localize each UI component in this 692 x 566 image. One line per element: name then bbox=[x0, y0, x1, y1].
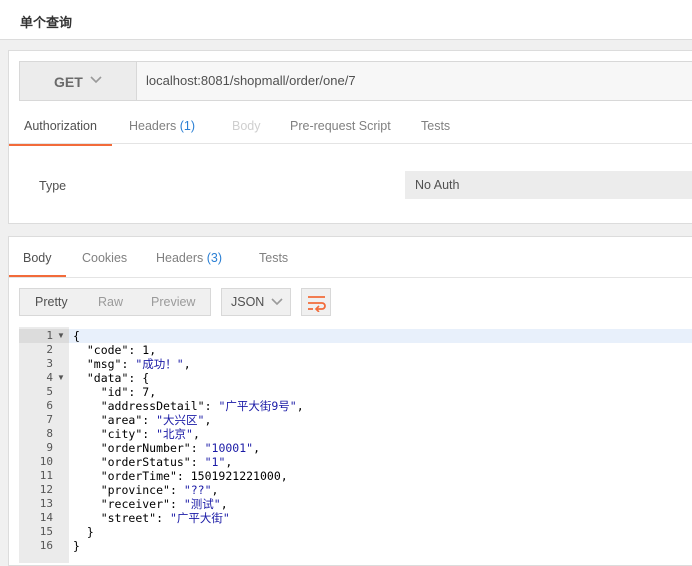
request-panel: GET localhost:8081/shopmall/order/one/7 … bbox=[8, 50, 692, 224]
tab-count: (1) bbox=[179, 119, 196, 133]
line-number: 14 bbox=[39, 511, 53, 524]
code-line: "province": "??", bbox=[100, 483, 219, 497]
active-line-highlight bbox=[19, 329, 692, 343]
tab-label: Headers bbox=[156, 251, 204, 265]
raw-button[interactable]: Raw bbox=[98, 295, 123, 309]
tab-label: Cookies bbox=[82, 251, 128, 265]
request-tabs: Authorization Headers (1) Body Pre-reque… bbox=[9, 109, 692, 146]
response-tabs: Body Cookies Headers (3) Tests bbox=[9, 241, 692, 278]
line-number: 6 bbox=[46, 399, 53, 412]
preview-button[interactable]: Preview bbox=[151, 295, 195, 309]
tab-label: Pre-request Script bbox=[290, 119, 391, 133]
line-number: 9 bbox=[46, 441, 53, 454]
divider bbox=[9, 143, 692, 144]
line-number: 1 bbox=[46, 329, 53, 342]
format-label: JSON bbox=[231, 295, 265, 309]
code-line: "msg": "成功！", bbox=[86, 357, 191, 371]
line-number: 3 bbox=[46, 357, 53, 370]
line-number: 12 bbox=[39, 483, 53, 496]
format-select[interactable]: JSON bbox=[221, 288, 291, 316]
tab-label: Body bbox=[232, 119, 261, 133]
tab-label: Tests bbox=[259, 251, 289, 265]
divider bbox=[9, 277, 692, 278]
line-number: 8 bbox=[46, 427, 53, 440]
fold-toggle-icon[interactable]: ▼ bbox=[57, 371, 65, 385]
code-line: "code": 1, bbox=[86, 343, 157, 357]
response-body-editor[interactable]: 1 ▼ {2 "code": 1, 3 "msg": "成功！", 4 ▼ "data":… bbox=[19, 327, 692, 563]
tab-label: Headers bbox=[129, 119, 177, 133]
pretty-button[interactable]: Pretty bbox=[35, 295, 68, 309]
fold-toggle-icon[interactable]: ▼ bbox=[57, 329, 65, 343]
code-line: "addressDetail": "广平大街9号", bbox=[100, 399, 304, 413]
method-label: GET bbox=[54, 74, 83, 90]
view-mode-group: Pretty Raw Preview bbox=[19, 288, 211, 316]
url-bar: GET localhost:8081/shopmall/order/one/7 bbox=[19, 61, 692, 101]
tab-response-body[interactable]: Body bbox=[9, 241, 66, 278]
tab-count: (3) bbox=[206, 251, 223, 265]
line-number: 15 bbox=[39, 525, 53, 538]
line-number: 7 bbox=[46, 413, 53, 426]
code-line: "orderTime": 1501921221000, bbox=[100, 469, 288, 483]
tab-body[interactable]: Body bbox=[232, 109, 261, 143]
line-number: 5 bbox=[46, 385, 53, 398]
tab-headers[interactable]: Headers (1) bbox=[129, 109, 195, 143]
code-line: "data": { bbox=[86, 371, 150, 385]
code-line: } bbox=[73, 539, 80, 553]
code-line: "area": "大兴区", bbox=[100, 413, 212, 427]
code-line: "street": "广平大街" bbox=[100, 511, 230, 525]
tab-authorization[interactable]: Authorization bbox=[9, 109, 112, 146]
wrap-lines-button[interactable] bbox=[301, 288, 331, 316]
title-bar: 单个查询 bbox=[0, 0, 692, 40]
line-number: 4 bbox=[46, 371, 53, 384]
code-line: { bbox=[73, 329, 80, 343]
auth-type-select[interactable]: No Auth bbox=[405, 171, 692, 199]
auth-type-value: No Auth bbox=[415, 178, 460, 192]
line-number: 11 bbox=[39, 469, 53, 482]
line-number: 10 bbox=[39, 455, 53, 468]
code-line: } bbox=[73, 525, 94, 539]
page-title: 单个查询 bbox=[20, 15, 73, 30]
tab-tests[interactable]: Tests bbox=[421, 109, 450, 143]
tab-label: Body bbox=[23, 251, 52, 265]
tab-label: Authorization bbox=[24, 119, 97, 133]
line-number: 2 bbox=[46, 343, 53, 356]
code-line: "orderStatus": "1", bbox=[100, 455, 233, 469]
response-panel: Body Cookies Headers (3) Tests Pretty Ra… bbox=[8, 236, 692, 566]
auth-type-label: Type bbox=[39, 179, 67, 193]
tab-response-headers[interactable]: Headers (3) bbox=[156, 241, 222, 275]
tab-label: Tests bbox=[421, 119, 451, 133]
tab-response-tests[interactable]: Tests bbox=[259, 241, 288, 275]
code-line: "id": 7, bbox=[100, 385, 157, 399]
code-line: "orderNumber": "10001", bbox=[100, 441, 260, 455]
url-input[interactable]: localhost:8081/shopmall/order/one/7 bbox=[146, 73, 356, 88]
tab-pre-request-script[interactable]: Pre-request Script bbox=[290, 109, 391, 143]
code-line: "city": "北京", bbox=[100, 427, 200, 441]
code-line: "receiver": "测试", bbox=[100, 497, 228, 511]
line-number: 13 bbox=[39, 497, 53, 510]
chevron-down-icon bbox=[271, 294, 283, 313]
wrap-lines-icon bbox=[308, 296, 326, 312]
method-select[interactable]: GET bbox=[20, 62, 137, 100]
line-number: 16 bbox=[39, 539, 53, 552]
tab-cookies[interactable]: Cookies bbox=[82, 241, 127, 275]
chevron-down-icon bbox=[90, 72, 102, 91]
